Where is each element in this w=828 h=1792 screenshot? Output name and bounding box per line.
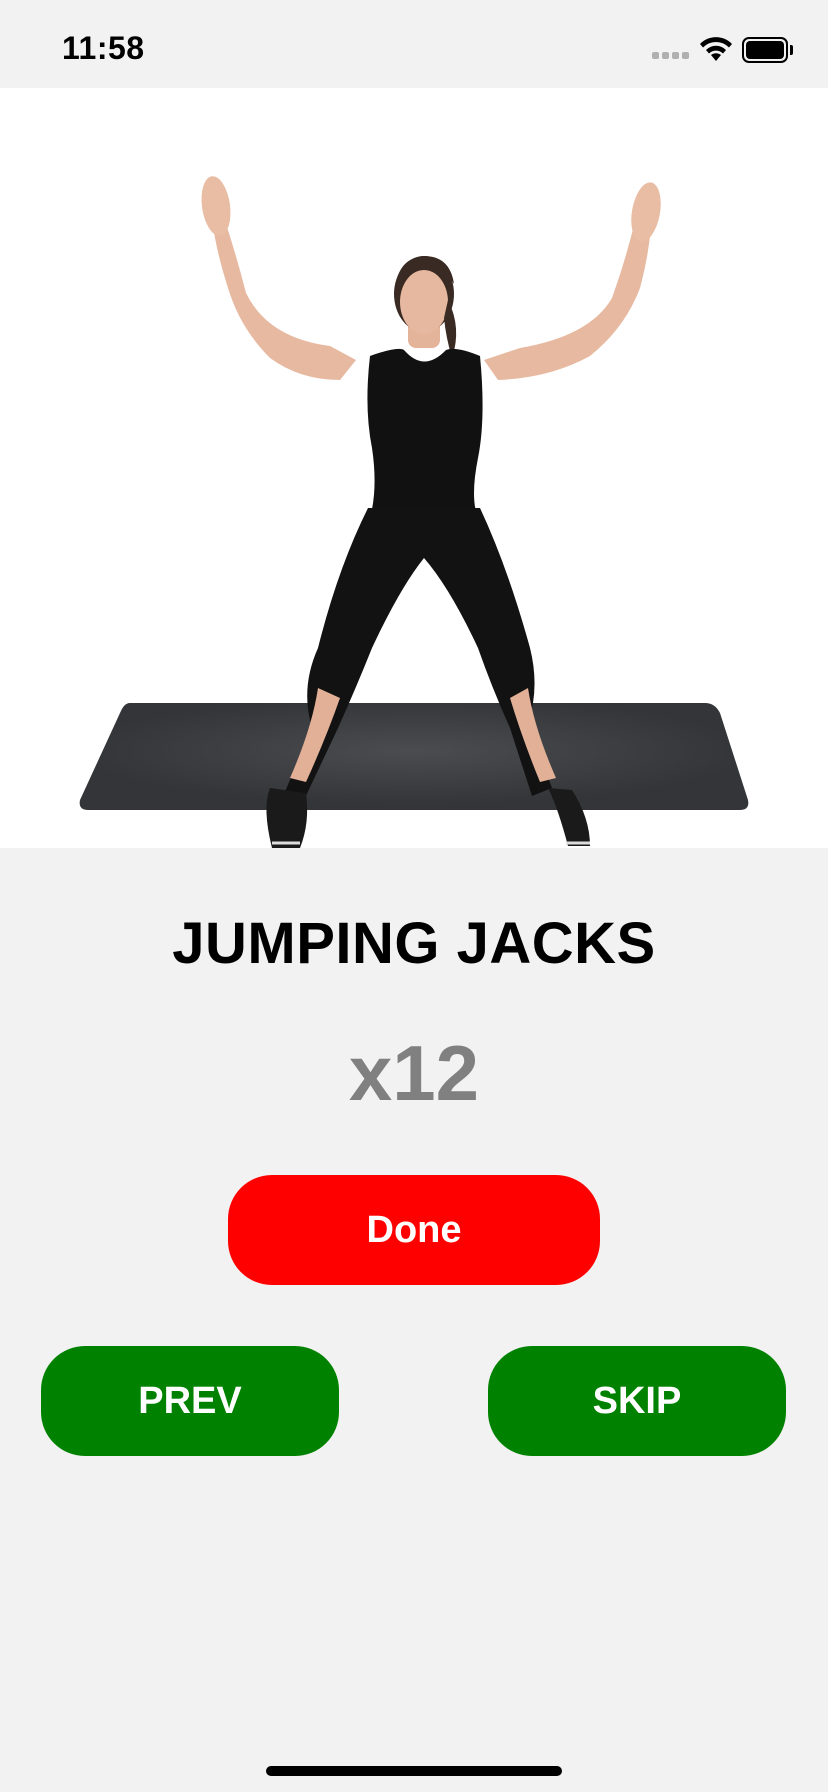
jumping-jacks-illustration <box>0 88 828 848</box>
home-indicator[interactable] <box>266 1766 562 1776</box>
status-time: 11:58 <box>62 30 145 66</box>
cellular-signal-icon <box>652 52 690 60</box>
status-bar: 11:58 <box>0 0 828 88</box>
rep-count: x12 <box>348 1029 480 1117</box>
exercise-title: JUMPING JACKS <box>172 911 656 976</box>
prev-button[interactable]: PREV <box>41 1346 339 1456</box>
battery-icon <box>742 37 794 63</box>
workout-screen: 11:58 JUMPING JACKS x12 Done PREV SKIP <box>0 0 828 1792</box>
skip-button[interactable]: SKIP <box>488 1346 786 1456</box>
done-button[interactable]: Done <box>228 1175 600 1285</box>
wifi-icon <box>698 34 734 62</box>
